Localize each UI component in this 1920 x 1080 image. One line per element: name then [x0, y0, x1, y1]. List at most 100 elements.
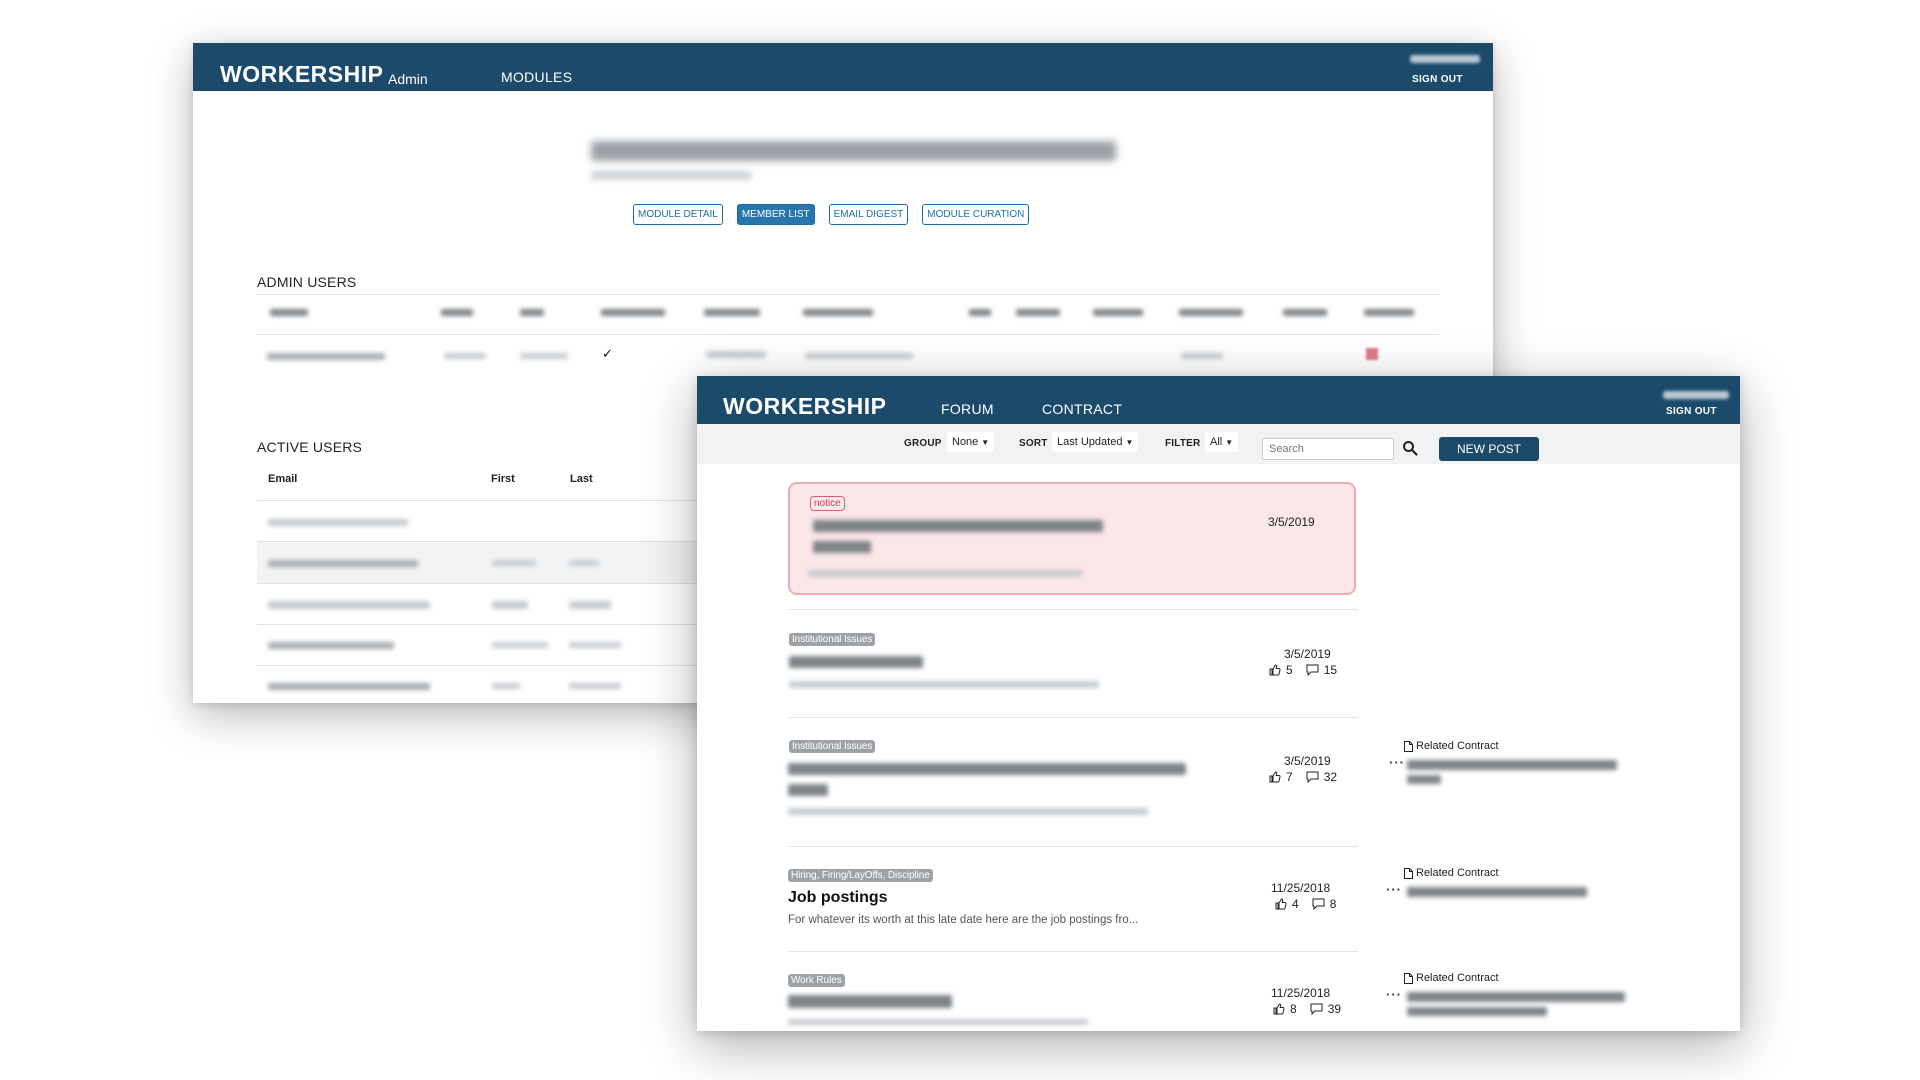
admin-last-cell	[520, 353, 568, 359]
active-email-cell	[268, 519, 408, 526]
tab-member-list[interactable]: MEMBER LIST	[736, 204, 815, 225]
admin-cell	[1181, 353, 1223, 359]
sign-out-link[interactable]: SIGN OUT	[1666, 406, 1717, 417]
post-title[interactable]	[788, 763, 1186, 775]
admin-date-cell	[706, 351, 766, 358]
new-post-button[interactable]: NEW POST	[1439, 437, 1539, 461]
more-icon[interactable]: ···	[1389, 755, 1405, 770]
forum-toolbar: GROUP None ▼ SORT Last Updated ▼ FILTER Al…	[697, 424, 1740, 464]
admin-header-cell	[1179, 309, 1243, 316]
thumbs-up-icon[interactable]	[1273, 1003, 1285, 1015]
filter-label: FILTER	[1165, 438, 1201, 449]
category-tag[interactable]: Work Rules	[788, 974, 845, 987]
thumbs-up-icon[interactable]	[1275, 898, 1287, 910]
col-email[interactable]: Email	[268, 473, 297, 485]
remove-icon[interactable]	[1366, 348, 1378, 360]
active-last-cell	[569, 683, 621, 689]
tab-module-curation[interactable]: MODULE CURATION	[922, 204, 1030, 225]
filter-value: All	[1210, 436, 1223, 448]
related-contract-label[interactable]: Related Contract	[1404, 972, 1499, 984]
admin-header-cell	[441, 309, 473, 316]
post-stats: 5 15	[1269, 663, 1337, 677]
tab-email-digest[interactable]: EMAIL DIGEST	[828, 204, 909, 225]
comment-icon[interactable]	[1306, 771, 1319, 783]
related-contract-text: Related Contract	[1416, 972, 1499, 984]
comment-icon[interactable]	[1310, 1003, 1323, 1015]
post-title[interactable]	[788, 995, 952, 1008]
org-title	[591, 141, 1116, 161]
post-excerpt	[788, 808, 1148, 815]
group-select[interactable]: None ▼	[947, 432, 995, 452]
post-excerpt	[788, 1019, 1088, 1025]
admin-header-cell	[1364, 309, 1414, 316]
search-input[interactable]	[1262, 438, 1394, 460]
post-stats: 8 39	[1273, 1002, 1341, 1016]
chevron-down-icon: ▼	[1125, 438, 1134, 447]
active-first-cell	[492, 683, 520, 689]
more-icon[interactable]: ···	[1386, 882, 1402, 897]
forum-navbar: WORKERSHIP FORUM CONTRACT SIGN OUT	[697, 376, 1740, 424]
active-email-cell	[268, 683, 430, 690]
notice-tag: notice	[810, 496, 845, 511]
sort-value: Last Updated	[1057, 436, 1123, 448]
thumbs-up-icon[interactable]	[1269, 664, 1281, 676]
sort-select[interactable]: Last Updated ▼	[1052, 432, 1139, 452]
like-count: 5	[1286, 663, 1293, 677]
brand-logo[interactable]: WORKERSHIP	[220, 61, 383, 88]
more-icon[interactable]: ···	[1386, 987, 1402, 1002]
related-contract-name[interactable]	[1407, 887, 1587, 897]
tab-module-detail[interactable]: MODULE DETAIL	[633, 204, 723, 225]
related-contract-name[interactable]	[1407, 760, 1617, 770]
col-last[interactable]: Last	[570, 473, 593, 485]
filter-select[interactable]: All ▼	[1205, 432, 1239, 452]
comment-count: 8	[1329, 897, 1337, 911]
group-value: None	[952, 436, 979, 448]
notice-post-card[interactable]: notice 3/5/2019	[788, 482, 1356, 595]
related-contract-label[interactable]: Related Contract	[1404, 740, 1499, 752]
related-contract-name-line2[interactable]	[1407, 775, 1441, 784]
related-contract-name[interactable]	[1407, 992, 1625, 1002]
chevron-down-icon: ▼	[1225, 438, 1234, 447]
post-title-line2[interactable]	[788, 784, 828, 796]
post-divider	[788, 846, 1358, 847]
nav-contract[interactable]: CONTRACT	[1042, 401, 1122, 417]
post-excerpt: For whatever its worth at this late date…	[788, 914, 1139, 926]
brand-logo[interactable]: WORKERSHIP	[723, 393, 886, 420]
post-title[interactable]: Job postings	[788, 889, 888, 907]
org-subtitle	[591, 171, 751, 180]
screenshot-stage: WORKERSHIP Admin MODULES SIGN OUT MODULE…	[0, 0, 1920, 1080]
category-tag[interactable]: Institutional Issues	[789, 740, 876, 753]
post-divider	[788, 717, 1358, 718]
admin-header-cell	[1093, 309, 1143, 316]
post-date: 3/5/2019	[1284, 647, 1331, 661]
related-contract-label[interactable]: Related Contract	[1404, 867, 1499, 879]
like-count: 4	[1292, 897, 1299, 911]
related-contract-name-line2[interactable]	[1407, 1007, 1547, 1016]
post-excerpt	[789, 681, 1099, 688]
post-title[interactable]	[789, 656, 923, 668]
category-tag[interactable]: Institutional Issues	[789, 633, 876, 646]
post-date: 11/25/2018	[1271, 881, 1331, 895]
active-first-cell	[492, 601, 528, 609]
comment-icon[interactable]	[1306, 664, 1319, 676]
user-name	[1410, 55, 1480, 63]
post-divider	[788, 951, 1358, 952]
nav-forum[interactable]: FORUM	[941, 401, 994, 417]
admin-navbar: WORKERSHIP Admin MODULES SIGN OUT	[193, 43, 1493, 91]
col-first[interactable]: First	[491, 473, 515, 485]
notice-date: 3/5/2019	[1268, 515, 1315, 529]
category-tag[interactable]: Hiring, Firing/LayOffs, Discipline	[788, 869, 933, 882]
like-count: 8	[1290, 1002, 1297, 1016]
admin-header-cell	[704, 309, 760, 316]
sign-out-link[interactable]: SIGN OUT	[1412, 74, 1463, 85]
nav-modules[interactable]: MODULES	[501, 69, 572, 85]
active-last-cell	[569, 601, 611, 609]
document-icon	[1404, 972, 1413, 984]
like-count: 7	[1286, 770, 1293, 784]
notice-excerpt	[808, 570, 1083, 577]
comment-icon[interactable]	[1312, 898, 1325, 910]
search-icon[interactable]	[1402, 440, 1418, 456]
thumbs-up-icon[interactable]	[1269, 771, 1281, 783]
post-date: 3/5/2019	[1284, 754, 1331, 768]
related-contract-text: Related Contract	[1416, 740, 1499, 752]
